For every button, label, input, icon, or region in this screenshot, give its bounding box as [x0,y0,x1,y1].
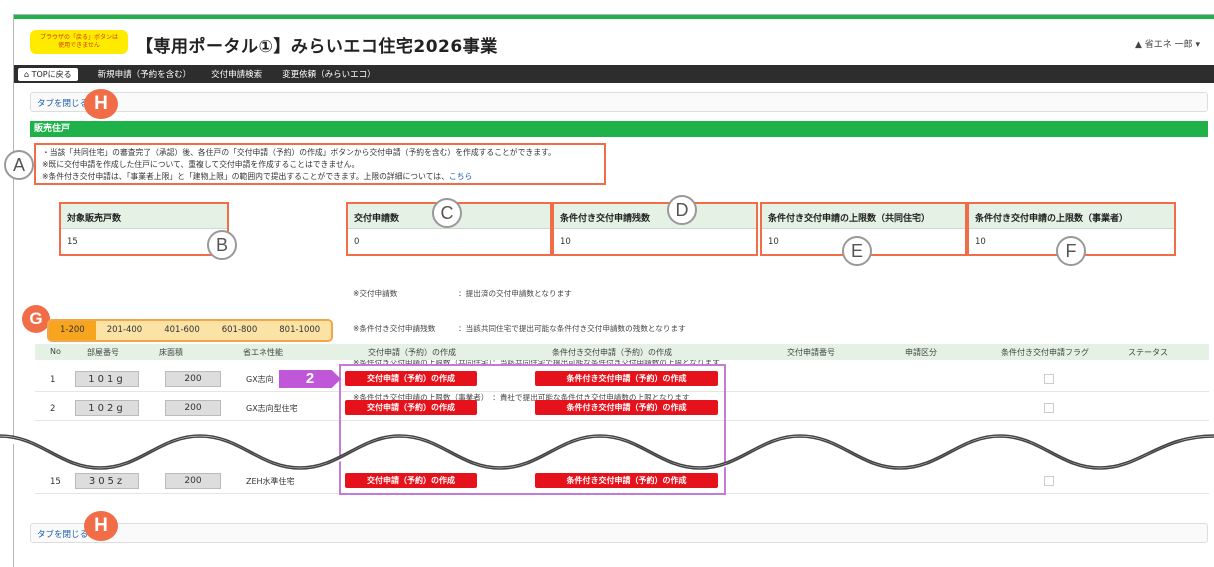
home-icon: ⌂ [24,69,30,79]
row-no: 2 [50,404,56,414]
floor-area: 200 [165,371,221,387]
user-menu[interactable]: ▲ 省エネ 一郎 ▾ [1135,37,1200,50]
legend-line-2: ※条件付き交付申請残数 ：当該共同住宅で提出可能な条件付き交付申請数の残数となり… [353,323,686,333]
page-tab-4[interactable]: 601-800 [211,321,269,340]
conditional-flag-checkbox[interactable] [1044,403,1054,413]
room-number: 305z [75,473,139,489]
col-no: No [50,347,61,356]
omission-wave [0,434,1214,471]
row-no: 15 [50,477,61,487]
energy-performance: ZEH水準住宅 [246,477,295,486]
note-line-3: ※条件付き交付申請は、「事業者上限」と「建物上限」の範囲内で提出することができま… [42,171,598,183]
annotation-f: F [1056,236,1086,266]
room-number: 102g [75,400,139,416]
step-badge: 2 [279,370,341,388]
page-range-tabs: 1-200 201-400 401-600 601-800 801-1000 [46,319,334,342]
note-line-3-text: ※条件付き交付申請は、「事業者上限」と「建物上限」の範囲内で提出することができま… [42,172,449,181]
stat-limit-building-label: 条件付き交付申請の上限数（共同住宅） [762,204,965,229]
table-header: No 部屋番号 床面積 省エネ性能 交付申請（予約）の作成 条件付き交付申請（予… [35,344,1209,360]
annotation-h-bottom: H [84,511,118,541]
close-tab-bar-bottom: タブを閉じる [30,523,1208,543]
stat-remaining-label: 条件付き交付申請残数 [554,204,756,229]
nav-new-application[interactable]: 新規申請（予約を含む） [98,68,192,80]
col-area: 床面積 [159,348,183,357]
annotation-e: E [842,236,872,266]
stat-applied-value: 0 [354,237,360,247]
col-room: 部屋番号 [87,348,119,357]
annotation-h-top: H [84,89,118,119]
nav-application-search[interactable]: 交付申請検索 [211,68,262,80]
annotation-a: A [4,150,34,180]
close-tab-link[interactable]: タブを閉じる [37,97,88,109]
stat-target-label: 対象販売戸数 [61,204,227,229]
nav-change-request[interactable]: 変更依頼（みらいエコ） [282,68,376,80]
stat-remaining-value: 10 [560,237,571,247]
legend-line-1: ※交付申請数 ：提出済の交付申請数となります [353,289,572,298]
stat-remaining: 条件付き交付申請残数 10 [552,202,758,256]
top-button-label: TOPに戻る [31,69,72,79]
col-conditional-flag: 条件付き交付申請フラグ [1001,348,1089,357]
col-application-number: 交付申請番号 [787,348,835,357]
note-line-1: ・当該「共同住宅」の審査完了（承認）後、各住戸の「交付申請（予約）の作成」ボタン… [42,148,556,157]
warning-line-1: ブラウザの「戻る」ボタンは [39,34,118,41]
conditional-flag-checkbox[interactable] [1044,476,1054,486]
warning-line-2: 使用できません [58,42,100,49]
note-line-2: ※既に交付申請を作成した住戸について、重複して交付申請を作成することはできません… [42,160,360,169]
page-tab-1[interactable]: 1-200 [49,321,96,340]
header-accent-line [14,15,1214,19]
page-title: 【専用ポータル①】みらいエコ住宅2026事業 [136,37,498,57]
close-tab-link-bottom[interactable]: タブを閉じる [37,528,88,540]
top-button[interactable]: ⌂ TOPに戻る [18,67,78,81]
main-navbar: ⌂ TOPに戻る 新規申請（予約を含む） 交付申請検索 変更依頼（みらいエコ） [14,65,1214,83]
col-application-type: 申請区分 [905,348,937,357]
row-no: 1 [50,375,56,385]
energy-performance: GX志向 [246,375,274,384]
col-create-application: 交付申請（予約）の作成 [368,348,456,357]
annotation-c: C [432,198,462,228]
col-create-conditional: 条件付き交付申請（予約）の作成 [552,348,672,357]
floor-area: 200 [165,473,221,489]
floor-area: 200 [165,400,221,416]
page-tab-3[interactable]: 401-600 [153,321,211,340]
stat-limit-business-label: 条件付き交付申請の上限数（事業者） [969,204,1174,229]
stat-target-units: 対象販売戸数 15 [59,202,229,256]
col-status: ステータス [1128,348,1168,357]
page-tab-5[interactable]: 801-1000 [268,321,331,340]
page-tab-2[interactable]: 201-400 [96,321,154,340]
annotation-d: D [667,195,697,225]
energy-performance: GX志向型住宅 [246,404,298,413]
section-title: 販売住戸 [30,121,1208,137]
stat-target-value: 15 [67,237,78,247]
notes-box: ・当該「共同住宅」の審査完了（承認）後、各住戸の「交付申請（予約）の作成」ボタン… [34,143,606,185]
limit-details-link[interactable]: こちら [449,172,472,181]
back-button-warning: ブラウザの「戻る」ボタンは 使用できません [30,30,128,54]
col-performance: 省エネ性能 [243,348,283,357]
close-tab-bar-top: タブを閉じる [30,92,1208,112]
conditional-flag-checkbox[interactable] [1044,374,1054,384]
annotation-g: G [22,305,50,333]
annotation-b: B [207,230,237,260]
room-number: 101g [75,371,139,387]
